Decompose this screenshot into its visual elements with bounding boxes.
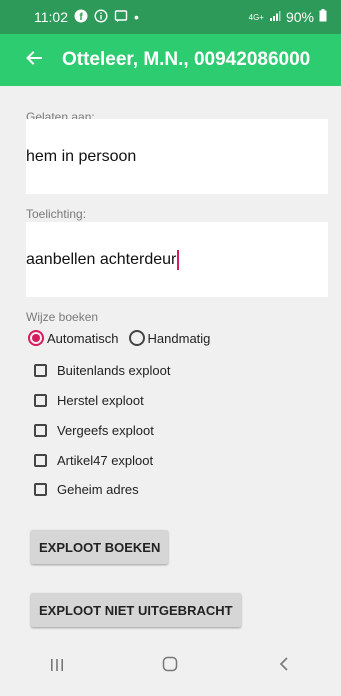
- back-button[interactable]: [12, 34, 56, 86]
- system-nav-bar: [0, 636, 341, 696]
- signal-icon: [269, 9, 281, 25]
- battery-level: 90%: [285, 9, 314, 25]
- checkbox-herstel-exploot[interactable]: Herstel exploot: [34, 393, 144, 408]
- facebook-icon: f: [74, 9, 88, 26]
- network-type: 4G+: [248, 12, 264, 22]
- checkbox-artikel47-exploot[interactable]: Artikel47 exploot: [34, 453, 153, 468]
- checkbox-box[interactable]: [34, 364, 47, 377]
- home-button[interactable]: [145, 646, 195, 686]
- text-cursor: [177, 249, 180, 270]
- checkbox-box[interactable]: [34, 424, 47, 437]
- exploot-niet-uitgebracht-button[interactable]: EXPLOOT NIET UITGEBRACHT: [31, 593, 241, 627]
- gelaten-field[interactable]: hem in persoon: [26, 119, 328, 194]
- toelichting-label: Toelichting:: [26, 207, 87, 221]
- checkbox-buitenlands-exploot[interactable]: Buitenlands exploot: [34, 363, 170, 378]
- app-bar: Otteleer, M.N., 00942086000: [0, 34, 341, 86]
- arrow-left-icon: [25, 47, 43, 73]
- gelaten-value: hem in persoon: [26, 147, 137, 165]
- recent-apps-icon: [50, 655, 64, 678]
- radio-automatisch-label[interactable]: Automatisch: [47, 331, 119, 346]
- message-icon: [114, 9, 128, 26]
- chevron-left-icon: [278, 655, 290, 678]
- checkbox-box[interactable]: [34, 454, 47, 467]
- checkbox-box[interactable]: [34, 394, 47, 407]
- booking-mode-radio-group: Automatisch Handmatig: [26, 330, 218, 346]
- clock: 11:02: [34, 9, 68, 25]
- info-icon: [94, 8, 108, 26]
- checkbox-vergeefs-exploot[interactable]: Vergeefs exploot: [34, 423, 154, 438]
- radio-handmatig-label[interactable]: Handmatig: [148, 331, 211, 346]
- checkbox-geheim-adres[interactable]: Geheim adres: [34, 482, 139, 497]
- battery-icon: [319, 9, 327, 25]
- toelichting-value: aanbellen achterdeur: [26, 250, 177, 268]
- checkbox-label: Geheim adres: [57, 482, 139, 497]
- recent-apps-button[interactable]: [32, 646, 82, 686]
- checkbox-label: Herstel exploot: [57, 393, 144, 408]
- radio-handmatig[interactable]: [128, 330, 145, 346]
- checkbox-label: Artikel47 exploot: [57, 453, 154, 468]
- notification-dot: •: [134, 9, 139, 25]
- checkbox-label: Buitenlands exploot: [57, 363, 171, 378]
- exploot-boeken-button[interactable]: EXPLOOT BOEKEN: [31, 530, 169, 564]
- checkbox-box[interactable]: [34, 483, 47, 496]
- back-nav-button[interactable]: [259, 646, 309, 686]
- home-icon: [162, 655, 178, 678]
- checkbox-label: Vergeefs exploot: [57, 423, 154, 438]
- status-bar: 11:02 f • 4G+ 90%: [0, 0, 341, 34]
- toelichting-field[interactable]: aanbellen achterdeur: [26, 222, 328, 297]
- page-title: Otteleer, M.N., 00942086000: [62, 49, 311, 70]
- wijze-boeken-label: Wijze boeken: [26, 310, 99, 324]
- radio-automatisch[interactable]: [28, 330, 44, 346]
